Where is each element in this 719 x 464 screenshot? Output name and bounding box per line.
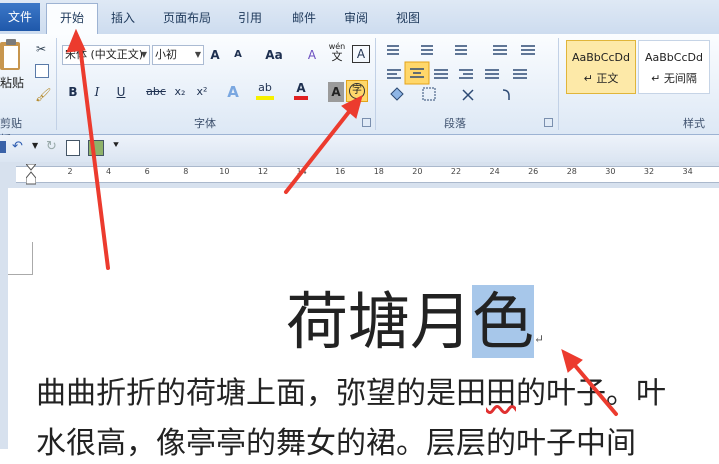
arrow-to-home-tab [78, 44, 110, 270]
arrow-to-selected-char [570, 360, 618, 416]
annotation-arrows [66, 28, 618, 416]
arrow-to-enclose-button [284, 106, 354, 194]
arrow-head [66, 28, 86, 53]
